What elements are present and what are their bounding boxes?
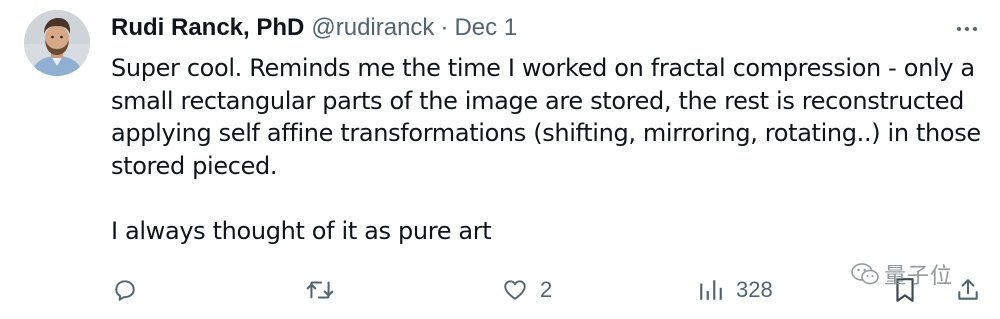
author-handle[interactable]: @rudiranck: [311, 14, 434, 42]
views-count: 328: [736, 277, 773, 302]
views-icon: [700, 280, 722, 300]
retweet-button[interactable]: [305, 274, 347, 306]
tweet-text-paragraph: Super cool. Reminds me the time I worked…: [111, 54, 981, 180]
avatar-photo: [24, 10, 90, 76]
reply-button[interactable]: [112, 274, 150, 306]
share-icon: [958, 279, 978, 300]
tweet-card[interactable]: Rudi Ranck, PhD @rudiranck · Dec 1 Super…: [0, 0, 1000, 319]
tweet-date[interactable]: Dec 1: [454, 14, 517, 42]
views-button[interactable]: 328: [698, 274, 773, 306]
avatar[interactable]: [24, 10, 90, 76]
watermark-text: 量子位: [884, 264, 954, 289]
heart-icon: [504, 280, 526, 300]
like-button[interactable]: 2: [502, 274, 552, 306]
like-count: 2: [540, 277, 553, 302]
tweet-header: Rudi Ranck, PhD @rudiranck · Dec 1: [111, 12, 517, 44]
more-button[interactable]: [952, 14, 982, 44]
wechat-icon: [851, 263, 879, 285]
header-separator: ·: [440, 14, 449, 41]
more-icon: [957, 27, 977, 31]
retweet-icon: [306, 281, 334, 299]
watermark: 量子位: [850, 258, 953, 290]
reply-icon: [115, 280, 135, 301]
author-display-name[interactable]: Rudi Ranck, PhD: [111, 14, 304, 42]
share-button[interactable]: [955, 274, 981, 306]
tweet-text-paragraph: I always thought of it as pure art: [111, 216, 492, 245]
tweet-text: Super cool. Reminds me the time I worked…: [111, 52, 986, 247]
